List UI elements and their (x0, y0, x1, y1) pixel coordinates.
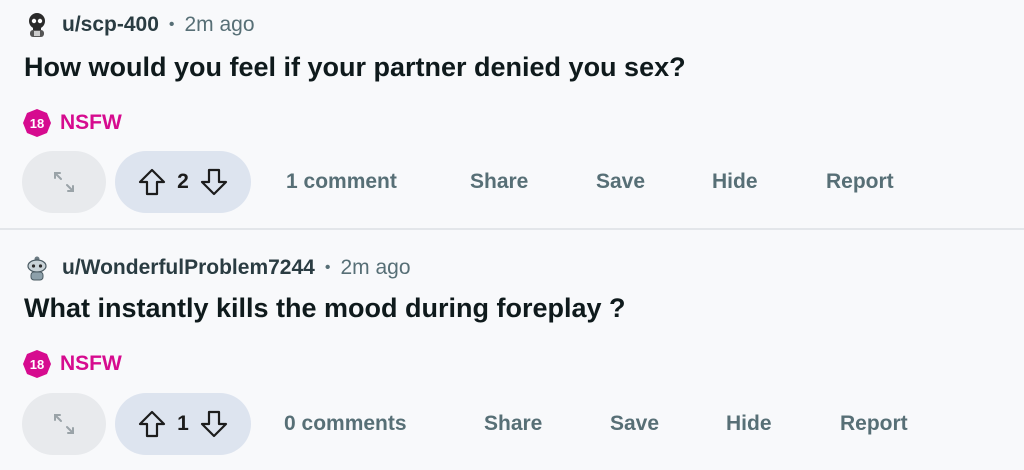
expand-button[interactable] (22, 393, 106, 455)
report-button[interactable]: Report (826, 151, 894, 213)
post-author[interactable]: u/scp-400 (62, 13, 159, 37)
vote-control: 2 (115, 151, 251, 213)
post-time: 2m ago (184, 13, 255, 36)
post-author[interactable]: u/WonderfulProblem7244 (62, 256, 315, 280)
post-feed: u/scp-400 • 2m ago How would you feel if… (0, 0, 1024, 470)
save-button[interactable]: Save (610, 393, 659, 455)
nsfw-label: NSFW (60, 352, 122, 375)
expand-icon (54, 414, 74, 434)
meta-separator: • (168, 16, 175, 33)
downvote-icon[interactable] (197, 407, 231, 441)
share-button[interactable]: Share (470, 151, 528, 213)
post-title[interactable]: How would you feel if your partner denie… (24, 52, 686, 83)
nsfw-badge-icon: 18 (23, 350, 51, 378)
svg-text:18: 18 (30, 357, 44, 372)
snoo-avatar-icon[interactable] (24, 255, 50, 281)
post-actions: 2 1 comment Share Save Hide Report (22, 151, 1022, 213)
meta-separator: • (324, 259, 331, 276)
post-card[interactable]: u/scp-400 • 2m ago How would you feel if… (0, 0, 1024, 228)
vote-count: 2 (177, 170, 189, 193)
nsfw-badge-icon: 18 (23, 109, 51, 137)
upvote-icon[interactable] (135, 407, 169, 441)
vote-count: 1 (177, 412, 189, 435)
expand-button[interactable] (22, 151, 106, 213)
vote-control: 1 (115, 393, 251, 455)
hide-button[interactable]: Hide (712, 151, 758, 213)
skull-avatar-icon[interactable] (24, 12, 50, 38)
post-time: 2m ago (340, 256, 411, 279)
post-meta: u/WonderfulProblem7244 • 2m ago (24, 253, 411, 283)
nsfw-tag: 18 NSFW (22, 108, 122, 138)
downvote-icon[interactable] (197, 165, 231, 199)
comments-button[interactable]: 0 comments (284, 393, 407, 455)
upvote-icon[interactable] (135, 165, 169, 199)
save-button[interactable]: Save (596, 151, 645, 213)
nsfw-label: NSFW (60, 111, 122, 134)
post-actions: 1 0 comments Share Save Hide Report (22, 393, 1022, 455)
comments-button[interactable]: 1 comment (286, 151, 397, 213)
post-meta: u/scp-400 • 2m ago (24, 10, 255, 40)
post-card[interactable]: u/WonderfulProblem7244 • 2m ago What ins… (0, 230, 1024, 470)
share-button[interactable]: Share (484, 393, 542, 455)
post-title[interactable]: What instantly kills the mood during for… (24, 293, 626, 324)
nsfw-tag: 18 NSFW (22, 349, 122, 379)
expand-icon (54, 172, 74, 192)
svg-text:18: 18 (30, 116, 44, 131)
report-button[interactable]: Report (840, 393, 908, 455)
hide-button[interactable]: Hide (726, 393, 772, 455)
